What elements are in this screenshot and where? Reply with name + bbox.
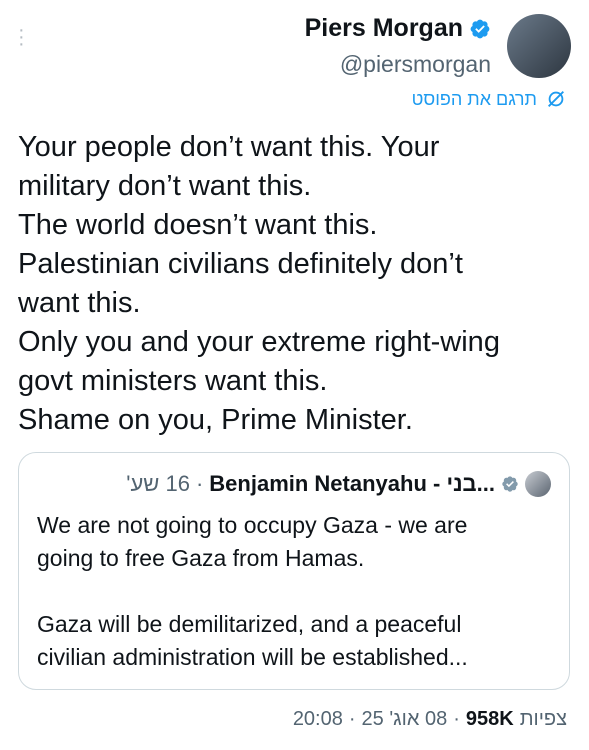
tweet-line: military don’t want this.: [18, 170, 312, 202]
meta-separator: ·: [453, 708, 460, 730]
tweet-metadata: צפיות 958K · 08 אוג' 25 · 20:08: [293, 708, 567, 731]
tweet-line: The world doesn’t want this.: [18, 209, 378, 241]
views-count[interactable]: 958K: [466, 708, 514, 731]
quoted-line: Gaza will be demilitarized, and a peacef…: [37, 611, 462, 637]
quoted-tweet[interactable]: Benjamin Netanyahu - בני... · 16 שע' We …: [18, 452, 570, 690]
more-options-icon[interactable]: · · ·: [18, 20, 25, 54]
tweet-line: Your people don’t want this. Your: [18, 131, 440, 163]
tweet-line: Palestinian civilians definitely don’t: [18, 248, 463, 280]
author-handle[interactable]: @piersmorgan: [305, 51, 491, 78]
avatar[interactable]: [507, 14, 571, 78]
meta-separator: ·: [348, 708, 356, 730]
tweet-time[interactable]: 20:08: [293, 708, 343, 731]
quoted-separator: ·: [195, 471, 204, 496]
tweet-line: Only you and your extreme right-wing: [18, 326, 500, 358]
translate-post-link[interactable]: תרגם את הפוסט: [412, 88, 567, 110]
quoted-line: [37, 575, 557, 608]
views-label: צפיות: [519, 708, 567, 730]
tweet-date[interactable]: 08 אוג' 25: [362, 708, 448, 731]
translate-label: תרגם את הפוסט: [411, 88, 537, 109]
translate-icon: [548, 91, 564, 107]
quoted-line: civilian administration will be establis…: [37, 644, 468, 670]
quoted-avatar[interactable]: [525, 471, 551, 497]
quoted-tweet-text: We are not going to occupy Gaza - we are…: [37, 509, 557, 674]
tweet-line: want this.: [18, 287, 141, 319]
tweet-line: Shame on you, Prime Minister.: [18, 404, 413, 436]
author-name[interactable]: Piers Morgan: [305, 14, 463, 43]
tweet-text: Your people don’t want this. Your milita…: [18, 128, 578, 440]
quoted-author-name[interactable]: Benjamin Netanyahu - בני...: [209, 471, 495, 497]
quoted-line: going to free Gaza from Hamas.: [37, 545, 365, 571]
quoted-verified-icon: [502, 476, 518, 492]
quoted-line: We are not going to occupy Gaza - we are: [37, 512, 468, 538]
quoted-time[interactable]: 16 שע': [126, 471, 190, 497]
verified-badge-icon: [470, 19, 490, 38]
tweet-line: govt ministers want this.: [18, 365, 328, 397]
author-block: Piers Morgan @piersmorgan: [305, 14, 491, 78]
quoted-tweet-header: Benjamin Netanyahu - בני... · 16 שע': [126, 471, 551, 497]
